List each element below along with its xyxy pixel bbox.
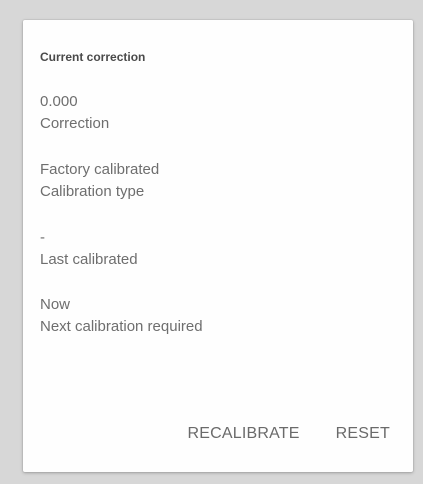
next-calibration-value: Now bbox=[40, 296, 71, 313]
last-calibrated-value: - bbox=[40, 229, 45, 246]
last-calibrated-label: Last calibrated bbox=[40, 251, 138, 268]
card-actions: RECALIBRATE RESET bbox=[188, 425, 391, 443]
next-calibration-item: Now Next calibration required bbox=[40, 294, 203, 338]
correction-value: 0.000 bbox=[40, 93, 78, 110]
last-calibrated-item: - Last calibrated bbox=[40, 227, 138, 271]
section-title: Current correction bbox=[40, 50, 146, 64]
correction-label: Correction bbox=[40, 115, 110, 132]
next-calibration-label: Next calibration required bbox=[40, 318, 203, 335]
correction-item: 0.000 Correction bbox=[40, 91, 109, 135]
calibration-card: Current correction 0.000 Correction Fact… bbox=[23, 20, 413, 472]
calibration-type-item: Factory calibrated Calibration type bbox=[40, 159, 159, 203]
recalibrate-button[interactable]: RECALIBRATE bbox=[188, 425, 300, 443]
calibration-type-value: Factory calibrated bbox=[40, 161, 160, 178]
reset-button[interactable]: RESET bbox=[336, 425, 390, 443]
calibration-type-label: Calibration type bbox=[40, 183, 145, 200]
